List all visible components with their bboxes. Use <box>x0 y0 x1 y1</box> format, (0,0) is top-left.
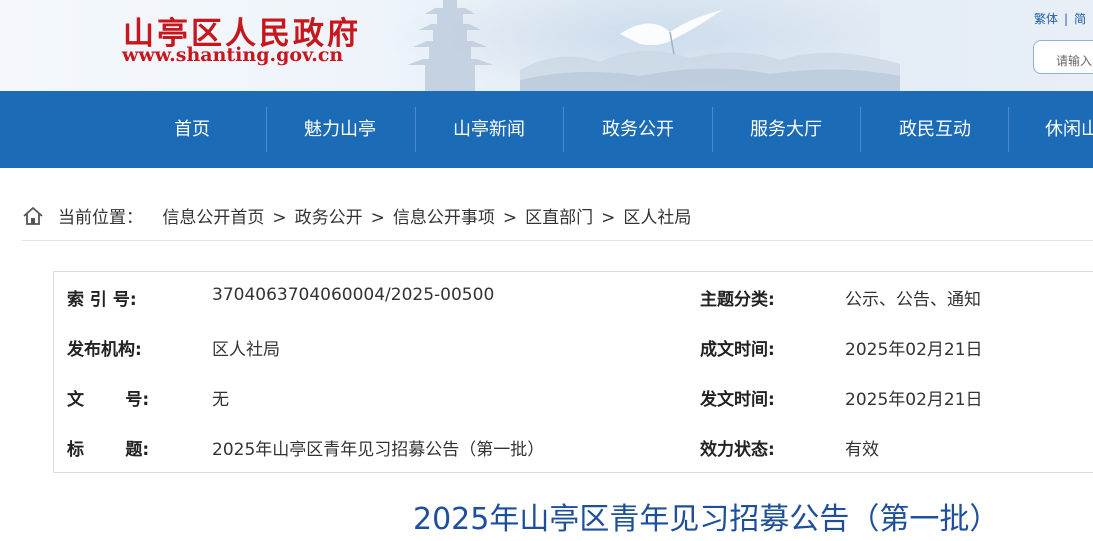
nav-item-government-affairs[interactable]: 政务公开 <box>588 91 688 168</box>
info-row: 索 引 号: 3704063704060004/2025-00500 主题分类:… <box>54 285 1093 335</box>
breadcrumb-item[interactable]: 区直部门 <box>525 208 593 228</box>
breadcrumb-item[interactable]: 政务公开 <box>295 208 363 228</box>
index-value: 3704063704060004/2025-00500 <box>212 285 495 305</box>
site-header: 山亭区人民政府 www.shanting.gov.cn 繁体 | 简 请输入 <box>0 0 1093 91</box>
issued-date-value: 2025年02月21日 <box>845 390 983 410</box>
nav-divider <box>712 107 713 152</box>
status-label: 效力状态: <box>700 440 775 460</box>
article-title: 2025年山亭区青年见习招募公告（第一批） <box>413 502 1000 537</box>
simplified-chinese-link[interactable]: 简 <box>1074 12 1086 26</box>
breadcrumb-separator: > <box>370 208 385 228</box>
language-links: 繁体 | 简 <box>1034 10 1086 27</box>
nav-divider <box>266 107 267 152</box>
nav-item-home[interactable]: 首页 <box>162 91 222 168</box>
document-info-table: 索 引 号: 3704063704060004/2025-00500 主题分类:… <box>53 271 1093 473</box>
breadcrumb-separator: > <box>601 208 616 228</box>
info-row: 标 题: 2025年山亭区青年见习招募公告（第一批） 效力状态: 有效 <box>54 435 1093 485</box>
topic-value: 公示、公告、通知 <box>845 290 981 310</box>
publisher-label: 发布机构: <box>67 340 142 360</box>
nav-item-charm[interactable]: 魅力山亭 <box>290 91 390 168</box>
info-row: 文 号: 无 发文时间: 2025年02月21日 <box>54 385 1093 435</box>
created-date-value: 2025年02月21日 <box>845 340 983 360</box>
publisher-value: 区人社局 <box>212 340 280 360</box>
breadcrumb: 当前位置： 信息公开首页 > 政务公开 > 信息公开事项 > 区直部门 > 区人社局 <box>22 203 691 231</box>
breadcrumb-separator: > <box>272 208 287 228</box>
breadcrumb-separator: > <box>502 208 518 228</box>
nav-divider <box>563 107 564 152</box>
nav-item-leisure[interactable]: 休闲山亭 <box>1033 91 1093 168</box>
breadcrumb-item[interactable]: 区人社局 <box>623 208 691 228</box>
traditional-chinese-link[interactable]: 繁体 <box>1034 12 1058 26</box>
search-input[interactable]: 请输入 <box>1033 40 1093 74</box>
nav-item-news[interactable]: 山亭新闻 <box>440 91 538 168</box>
pagoda-illustration <box>407 0 493 91</box>
nav-divider <box>1008 107 1009 152</box>
main-nav: 首页 魅力山亭 山亭新闻 政务公开 服务大厅 政民互动 休闲山亭 <box>0 91 1093 168</box>
crane-illustration <box>620 10 722 55</box>
created-date-label: 成文时间: <box>700 340 775 360</box>
title-label: 标 题: <box>67 440 150 460</box>
home-icon <box>23 207 43 225</box>
info-row: 发布机构: 区人社局 成文时间: 2025年02月21日 <box>54 335 1093 385</box>
breadcrumb-item[interactable]: 信息公开事项 <box>393 208 495 228</box>
topic-label: 主题分类: <box>700 290 775 310</box>
index-label: 索 引 号: <box>67 290 137 310</box>
nav-divider <box>415 107 416 152</box>
nav-divider <box>860 107 861 152</box>
nav-item-service-hall[interactable]: 服务大厅 <box>736 91 836 168</box>
document-number-label: 文 号: <box>67 390 150 410</box>
link-separator: | <box>1064 12 1069 26</box>
breadcrumb-item[interactable]: 信息公开首页 <box>162 208 264 228</box>
breadcrumb-label: 当前位置： <box>58 208 143 228</box>
document-number-value: 无 <box>212 390 229 410</box>
breadcrumb-divider <box>22 240 1093 241</box>
nav-item-interaction[interactable]: 政民互动 <box>885 91 985 168</box>
issued-date-label: 发文时间: <box>700 390 775 410</box>
title-value: 2025年山亭区青年见习招募公告（第一批） <box>212 440 545 460</box>
status-value: 有效 <box>845 440 879 460</box>
site-url[interactable]: www.shanting.gov.cn <box>122 44 343 66</box>
